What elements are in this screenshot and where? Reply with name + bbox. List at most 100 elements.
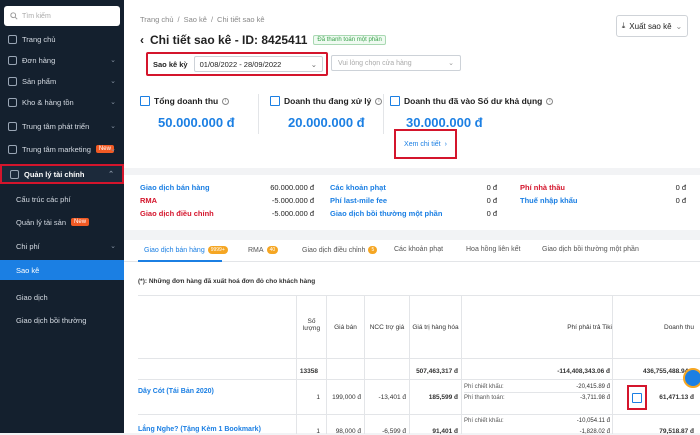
tab-adjustments[interactable]: Giao dịch điều chỉnh 5 [302, 246, 378, 254]
tab-label: Giao dịch bán hàng [144, 246, 205, 254]
sidebar-item-home[interactable]: Trang chủ [0, 30, 124, 48]
sidebar-item-label: Sao kê [16, 265, 40, 275]
penalties-label[interactable]: Các khoản phạt [330, 183, 386, 192]
period-select[interactable]: 01/08/2022 - 28/09/2022 ⌄ [193, 56, 323, 72]
tab-rma[interactable]: RMA 40 [248, 246, 279, 254]
divider [258, 94, 259, 134]
tab-label: Giao dịch điều chỉnh [302, 246, 366, 254]
contractor-fee-label[interactable]: Phí nhà thầu [520, 183, 565, 192]
count-badge: 5 [368, 246, 378, 254]
chevron-right-icon: › [444, 140, 447, 148]
sidebar-item-growth-center[interactable]: Trung tâm phát triển ⌄ [0, 117, 124, 135]
page-title: Chi tiết sao kê - ID: 8425411 [150, 33, 308, 47]
home-icon [8, 34, 17, 44]
adjustment-label[interactable]: Giao dịch điều chỉnh [140, 209, 214, 218]
sidebar-item-transactions[interactable]: Giao dịch [0, 288, 124, 306]
import-tax-value: 0 đ [675, 196, 686, 205]
sidebar-item-inventory[interactable]: Kho & hàng tồn ⌄ [0, 93, 124, 111]
breadcrumb-statements[interactable]: Sao kê [184, 15, 207, 24]
chevron-down-icon: ⌄ [110, 78, 116, 85]
search-icon [10, 12, 18, 20]
sidebar-item-label: Quản lý tài sản [16, 217, 67, 227]
sales-transactions-value: 60.000.000 đ [270, 183, 314, 192]
partial-compensation-label[interactable]: Giao dịch bồi thường một phần [330, 209, 442, 218]
payment-fee-value: -1,828.02 đ [579, 429, 610, 435]
row-price: 98,000 đ [335, 428, 361, 435]
sidebar-item-label: Giao dịch bồi thường [16, 315, 87, 325]
discount-fee-label: Phí chiết khấu: [464, 418, 504, 424]
row-divider [138, 414, 700, 415]
active-tab-indicator [138, 260, 222, 262]
discount-fee-value: -20,415.89 đ [576, 384, 610, 390]
view-details-label: Xem chi tiết [404, 140, 441, 148]
sidebar-item-statements[interactable]: Sao kê [0, 260, 124, 280]
transactions-table: Số lượng Giá bán NCC trợ giá Giá trị hàn… [138, 295, 700, 435]
info-icon[interactable]: i [546, 97, 554, 105]
revenue-detail-button[interactable] [627, 385, 647, 410]
sidebar-item-expenses[interactable]: Chi phí ⌄ [0, 237, 124, 255]
last-mile-fee-value: 0 đ [486, 196, 497, 205]
import-tax-label[interactable]: Thuế nhập khẩu [520, 196, 578, 205]
sidebar-item-label: Đơn hàng [22, 55, 56, 65]
tab-sales-transactions[interactable]: Giao dịch bán hàng 9999+ [144, 246, 228, 254]
divider [383, 94, 384, 134]
sales-transactions-label[interactable]: Giao dịch bán hàng [140, 183, 210, 192]
sidebar: Tìm kiếm Trang chủ Đơn hàng ⌄ Sản phẩm ⌄ K… [0, 0, 124, 433]
back-arrow-icon[interactable]: ‹ [140, 33, 144, 47]
sidebar-item-label: Trang chủ [22, 34, 56, 44]
sidebar-item-asset-management[interactable]: Quản lý tài sản New [0, 213, 124, 231]
period-filter-label: Sao kê kỳ [153, 59, 188, 69]
stat-label: Tổng doanh thu [154, 96, 219, 106]
stat-processing-revenue-label: Doanh thu đang xử lý i [270, 96, 383, 106]
payment-fee-value: -3,711.98 đ [580, 395, 610, 401]
payment-fee-label: Phí thanh toán: [464, 395, 505, 401]
chevron-down-icon: ⌄ [675, 21, 683, 31]
sidebar-item-orders[interactable]: Đơn hàng ⌄ [0, 51, 124, 69]
sidebar-item-compensation[interactable]: Giao dịch bồi thường [0, 311, 124, 329]
row-divider [138, 358, 700, 359]
row-quantity: 1 [316, 428, 320, 435]
document-icon [632, 392, 642, 403]
product-link[interactable]: Dây Cót (Tái Bản 2020) [138, 388, 214, 395]
stat-total-revenue-label: Tổng doanh thu i [140, 96, 230, 106]
sidebar-item-finance[interactable]: Quản lý tài chính ⌃ [0, 164, 124, 184]
shop-select[interactable]: Vui lòng chọn cửa hàng ⌄ [331, 55, 461, 71]
sidebar-item-label: Sản phẩm [22, 76, 57, 86]
tab-penalties[interactable]: Các khoản phạt [394, 246, 443, 253]
statement-header-card: Trang chủ / Sao kê / Chi tiết sao kê ‹ Chi t… [124, 0, 700, 168]
sidebar-item-fee-structure[interactable]: Cấu trúc các phí [0, 190, 124, 208]
tab-label: RMA [248, 246, 264, 254]
finance-icon [10, 169, 19, 179]
stat-total-revenue-value: 50.000.000 đ [158, 115, 235, 130]
stat-available-revenue-value: 30.000.000 đ [406, 115, 483, 130]
sidebar-search-input[interactable]: Tìm kiếm [4, 6, 120, 26]
tab-affiliate-commission[interactable]: Hoa hồng liên kết [466, 246, 520, 253]
breadcrumb-separator: / [177, 15, 180, 24]
orders-icon [8, 55, 17, 65]
tab-label: Hoa hồng liên kết [466, 246, 521, 253]
view-details-link[interactable]: Xem chi tiết › [394, 129, 457, 159]
sidebar-item-marketing-center[interactable]: Trung tâm marketing New ⌄ [0, 140, 124, 158]
marketing-icon [8, 144, 17, 154]
breadcrumb-home[interactable]: Trang chủ [140, 15, 174, 24]
info-icon[interactable]: i [222, 97, 230, 105]
breadcrumb-current: Chi tiết sao kê [217, 15, 265, 24]
warehouse-icon [8, 97, 17, 107]
column-header-subsidy: NCC trợ giá [369, 324, 405, 331]
products-icon [8, 76, 17, 86]
export-statement-button[interactable]: ⤓ Xuất sao kê ⌄ [616, 15, 688, 37]
chat-support-button[interactable] [683, 368, 700, 388]
main-content: Trang chủ / Sao kê / Chi tiết sao kê ‹ Chi t… [124, 0, 700, 435]
info-icon[interactable]: i [375, 97, 383, 105]
stat-label: Doanh thu đã vào Số dư khả dụng [404, 96, 543, 106]
statement-period-filter: Sao kê kỳ 01/08/2022 - 28/09/2022 ⌄ [146, 52, 328, 76]
tab-partial-compensation[interactable]: Giao dịch bồi thường một phần [542, 246, 639, 253]
new-badge: New [71, 218, 90, 226]
rma-label[interactable]: RMA [140, 196, 157, 205]
sidebar-item-products[interactable]: Sản phẩm ⌄ [0, 72, 124, 90]
chevron-down-icon: ⌄ [110, 123, 116, 130]
stat-processing-revenue-value: 20.000.000 đ [288, 115, 365, 130]
product-link[interactable]: Lắng Nghe? (Tặng Kèm 1 Bookmark) [138, 426, 261, 433]
last-mile-fee-label[interactable]: Phí last-mile fee [330, 196, 387, 205]
adjustment-value: -5.000.000 đ [271, 209, 314, 218]
